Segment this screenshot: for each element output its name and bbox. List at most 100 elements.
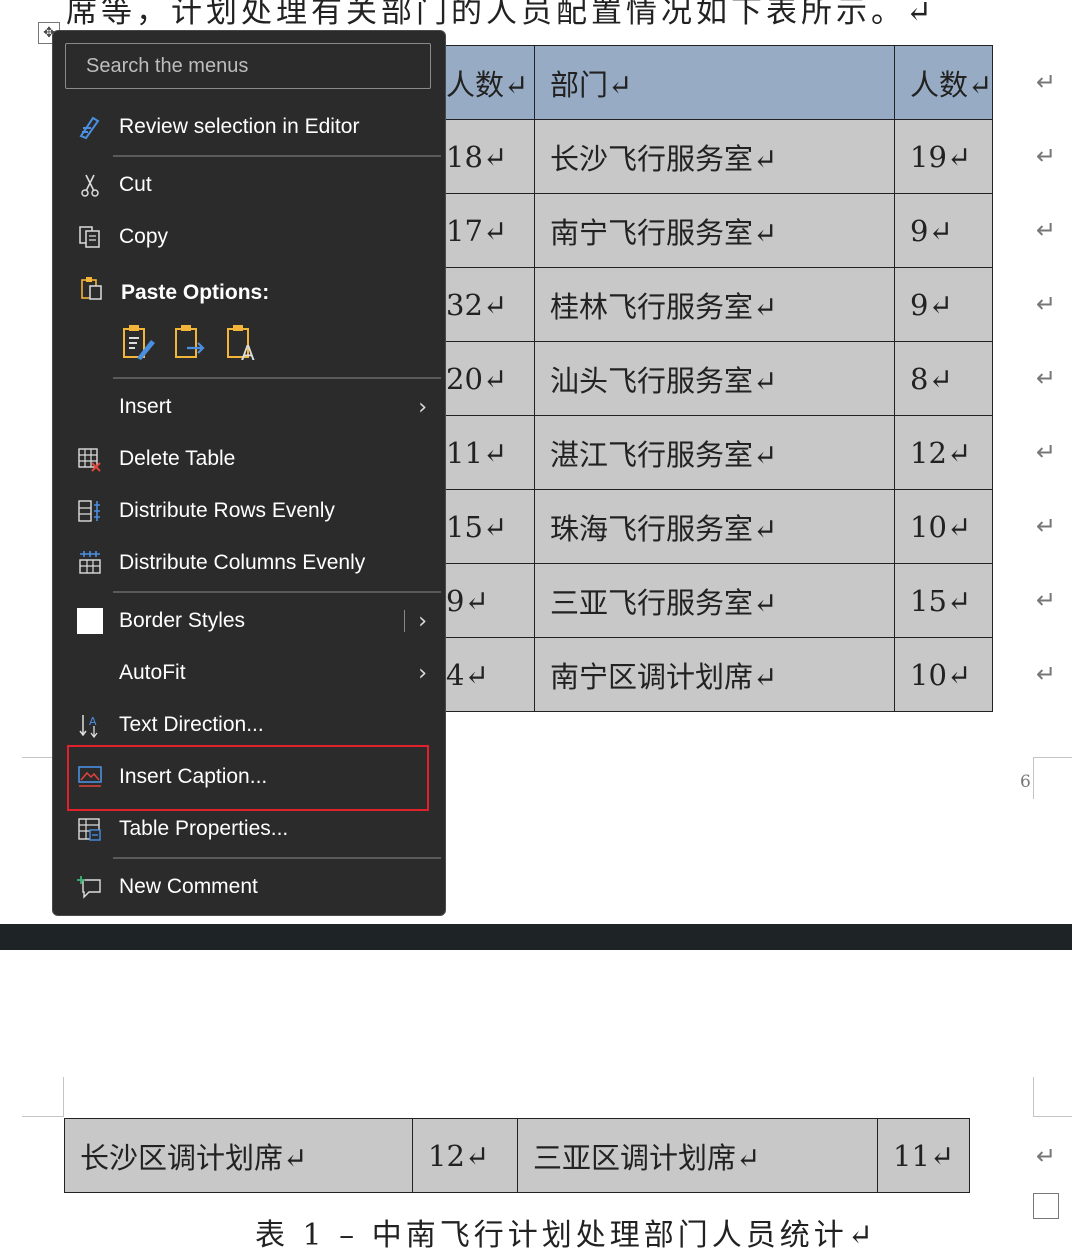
menu-item-label: Copy [119, 225, 169, 248]
table-row: 17↵ 南宁飞行服务室↵ 9↵ [430, 193, 994, 268]
menu-item-text-direction[interactable]: A Text Direction... [53, 702, 445, 748]
table-cell[interactable]: 15↵ [430, 489, 535, 564]
menu-separator [113, 377, 441, 379]
table-cell[interactable]: 汕头飞行服务室↵ [534, 341, 895, 416]
row-end-mark: ↵ [1036, 660, 1057, 688]
menu-item-label: Insert [119, 395, 172, 418]
table-cell[interactable]: 长沙区调计划席↵ [64, 1118, 413, 1193]
menu-item-insert[interactable]: Insert › [53, 384, 445, 430]
split-divider [404, 610, 405, 632]
paste-keep-formatting-icon [121, 324, 157, 367]
table-resize-handle[interactable] [1033, 1193, 1059, 1219]
table-cell[interactable]: 9↵ [893, 193, 994, 268]
table-cell[interactable]: 南宁区调计划席↵ [534, 637, 895, 712]
row-end-mark: ↵ [1036, 142, 1057, 170]
table-cell[interactable]: 10↵ [893, 489, 994, 564]
table-cell[interactable]: 8↵ [893, 341, 994, 416]
menu-item-review-selection[interactable]: Review selection in Editor [53, 104, 445, 150]
table-cell[interactable]: 12↵ [893, 415, 994, 490]
context-menu: Review selection in Editor Cut Copy Past… [52, 30, 446, 916]
menu-item-distribute-rows[interactable]: Distribute Rows Evenly [53, 488, 445, 534]
table-cell[interactable]: 10↵ [893, 637, 994, 712]
margin-corner-mark [1033, 757, 1072, 758]
table-cell[interactable]: 20↵ [430, 341, 535, 416]
margin-corner-mark [22, 1116, 63, 1117]
menu-item-delete-table[interactable]: Delete Table [53, 436, 445, 482]
table-header-cell[interactable]: 人数↵ [430, 45, 535, 120]
paste-text-only-button[interactable]: A [223, 324, 263, 365]
table-cell[interactable]: 湛江飞行服务室↵ [534, 415, 895, 490]
table-cell[interactable]: 9↵ [430, 563, 535, 638]
table-header-cell[interactable]: 部门↵ [534, 45, 895, 120]
menu-item-label: Distribute Columns Evenly [119, 551, 366, 574]
document-intro-text: 席等，计划处理有关部门的人员配置情况如下表所示。↵ [66, 0, 936, 30]
border-style-swatch-icon [77, 608, 103, 634]
margin-corner-mark [1033, 1077, 1034, 1117]
menu-item-label: AutoFit [119, 661, 186, 684]
table-row: 32↵ 桂林飞行服务室↵ 9↵ [430, 267, 994, 342]
menu-separator [113, 591, 441, 593]
margin-corner-mark [63, 1077, 64, 1117]
table-cell[interactable]: 桂林飞行服务室↵ [534, 267, 895, 342]
menu-search-input[interactable] [65, 43, 431, 89]
table-cell[interactable]: 12↵ [412, 1118, 518, 1193]
margin-corner-mark [1033, 1116, 1072, 1117]
table-cell[interactable]: 17↵ [430, 193, 535, 268]
table-header-row: 人数↵ 部门↵ 人数↵ [430, 45, 994, 120]
table-cell[interactable]: 11↵ [877, 1118, 970, 1193]
table-caption: 表 1 – 中南飞行计划处理部门人员统计↵ [255, 1218, 877, 1253]
menu-item-border-styles[interactable]: Border Styles › [53, 598, 445, 644]
table-cell[interactable]: 珠海飞行服务室↵ [534, 489, 895, 564]
menu-item-new-comment[interactable]: New Comment [53, 864, 445, 910]
chevron-right-icon[interactable]: › [418, 609, 427, 634]
distribute-rows-icon [77, 498, 103, 524]
page-break-gap [0, 924, 1072, 950]
menu-item-label: Border Styles [119, 609, 246, 632]
new-comment-icon [77, 874, 103, 900]
margin-corner-mark [1033, 757, 1034, 799]
row-end-mark: ↵ [1036, 438, 1057, 466]
table-row: 11↵ 湛江飞行服务室↵ 12↵ [430, 415, 994, 490]
menu-item-label: Distribute Rows Evenly [119, 499, 335, 522]
table-cell[interactable]: 南宁飞行服务室↵ [534, 193, 895, 268]
row-end-mark: ↵ [1036, 68, 1057, 96]
menu-item-table-properties[interactable]: Table Properties... [53, 806, 445, 852]
table-row: 长沙区调计划席↵ 12↵ 三亚区调计划席↵ 11↵ [64, 1118, 970, 1193]
menu-item-label: Text Direction... [119, 713, 264, 736]
table-cell[interactable]: 18↵ [430, 119, 535, 194]
menu-separator [113, 857, 441, 859]
menu-item-distribute-columns[interactable]: Distribute Columns Evenly [53, 540, 445, 586]
clipboard-icon [79, 275, 105, 301]
menu-item-autofit[interactable]: AutoFit › [53, 650, 445, 696]
paste-merge-formatting-button[interactable] [171, 324, 211, 367]
table-cell[interactable]: 32↵ [430, 267, 535, 342]
paste-merge-formatting-icon [173, 324, 209, 367]
svg-text:A: A [89, 715, 97, 728]
table-cell[interactable]: 4↵ [430, 637, 535, 712]
paste-options-heading: Paste Options: [121, 281, 270, 304]
table-cell[interactable]: 长沙飞行服务室↵ [534, 119, 895, 194]
row-end-mark: ↵ [1036, 364, 1057, 392]
row-end-mark: ↵ [1036, 216, 1057, 244]
menu-item-label: Delete Table [119, 447, 236, 470]
menu-item-label: New Comment [119, 875, 258, 898]
menu-item-label: Review selection in Editor [119, 115, 360, 138]
distribute-columns-icon [77, 550, 103, 576]
paste-keep-formatting-button[interactable] [119, 324, 159, 367]
table-cell[interactable]: 19↵ [893, 119, 994, 194]
row-end-mark: ↵ [1036, 586, 1057, 614]
menu-item-copy[interactable]: Copy [53, 214, 445, 260]
table-cell[interactable]: 11↵ [430, 415, 535, 490]
scissors-icon [77, 172, 103, 198]
row-end-mark: ↵ [1036, 1142, 1057, 1170]
staff-table: 人数↵ 部门↵ 人数↵ 18↵ 长沙飞行服务室↵ 19↵ 17↵ 南宁飞行服务室… [430, 45, 994, 712]
table-cell[interactable]: 15↵ [893, 563, 994, 638]
table-cell[interactable]: 三亚飞行服务室↵ [534, 563, 895, 638]
table-row: 4↵ 南宁区调计划席↵ 10↵ [430, 637, 994, 712]
menu-item-label: Table Properties... [119, 817, 289, 840]
table-cell[interactable]: 9↵ [893, 267, 994, 342]
table-header-cell[interactable]: 人数↵ [893, 45, 994, 120]
copy-icon [77, 224, 103, 250]
menu-item-cut[interactable]: Cut [53, 162, 445, 208]
table-cell[interactable]: 三亚区调计划席↵ [517, 1118, 878, 1193]
